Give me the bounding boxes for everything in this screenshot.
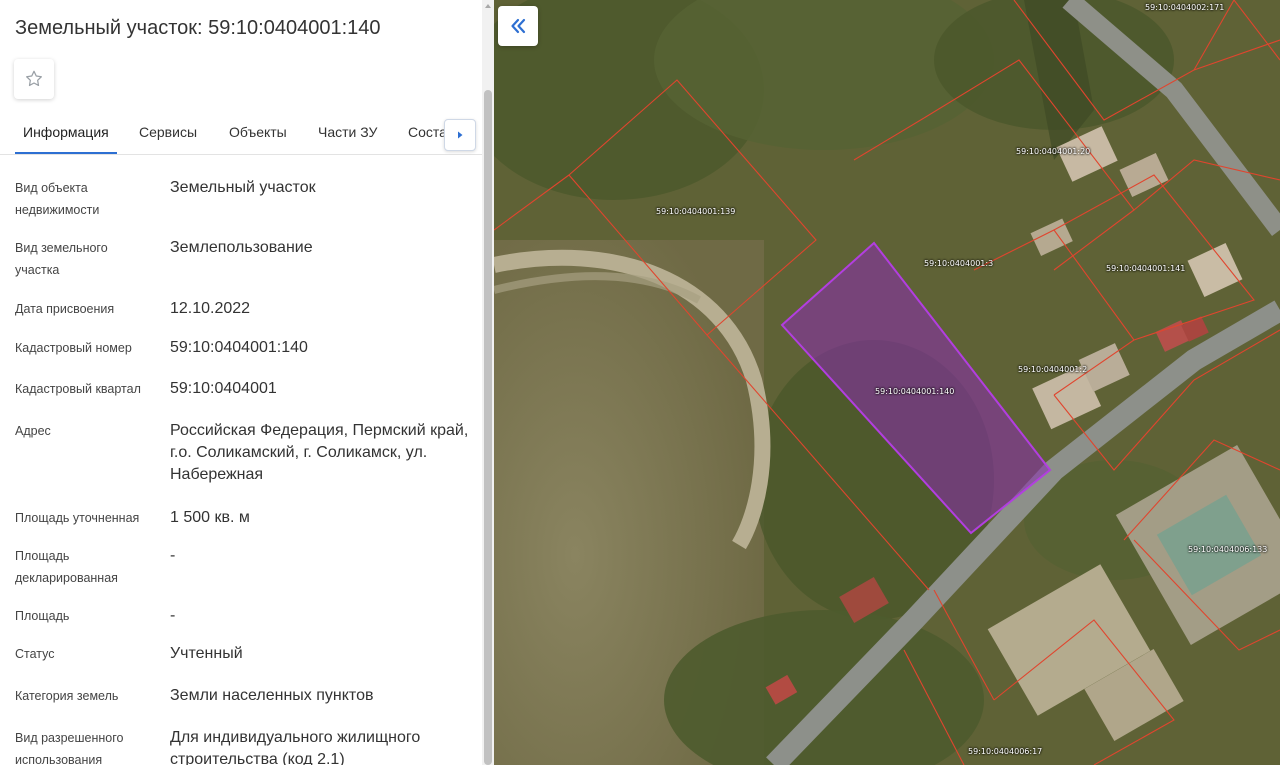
row-label: Кадастровый номер — [15, 341, 132, 355]
row-value: 1 500 кв. м — [170, 509, 250, 526]
tab-services[interactable]: Сервисы — [131, 116, 205, 152]
row-value: Земельный участок — [170, 179, 316, 196]
row-label: Дата присвоения — [15, 302, 115, 316]
parcel-label[interactable]: 59:10:0404001:3 — [924, 259, 993, 268]
parcel-label[interactable]: 59:10:0404006:17 — [968, 747, 1042, 756]
tab-information[interactable]: Информация — [15, 116, 117, 154]
caret-right-icon — [458, 131, 463, 139]
info-panel: Земельный участок: 59:10:0404001:140 Инф… — [0, 0, 494, 765]
parcel-label[interactable]: 59:10:0404001:140 — [875, 387, 954, 396]
parcel-label[interactable]: 59:10:0404006:133 — [1188, 545, 1267, 554]
row-label: Кадастровый квартал — [15, 382, 141, 396]
parcel-label[interactable]: 59:10:0404002:171 — [1145, 3, 1224, 12]
panel-scrollbar[interactable] — [482, 0, 494, 765]
collapse-panel-button[interactable] — [498, 6, 538, 46]
row-label: Вид разрешенного использования — [15, 731, 124, 765]
star-outline-icon — [26, 70, 42, 87]
double-chevron-left-icon — [511, 18, 526, 34]
row-value: 12.10.2022 — [170, 300, 251, 317]
row-value: Российская Федерация, Пермский край, г.о… — [170, 422, 469, 483]
row-value: Земли населенных пунктов — [170, 687, 374, 704]
tab-objects[interactable]: Объекты — [221, 116, 295, 152]
row-label: Вид объекта недвижимости — [15, 181, 100, 217]
tab-bar: Информация Сервисы Объекты Части ЗУ Сост… — [0, 116, 482, 155]
page-title: Земельный участок: 59:10:0404001:140 — [15, 17, 381, 39]
parcel-label[interactable]: 59:10:0404001:20 — [1016, 147, 1090, 156]
map-canvas[interactable] — [494, 0, 1280, 765]
row-value: Учтенный — [170, 645, 243, 662]
row-value: - — [170, 547, 176, 564]
parcel-label[interactable]: 59:10:0404001:139 — [656, 207, 735, 216]
row-label: Вид земельного участка — [15, 241, 108, 277]
scrollbar-thumb[interactable] — [484, 90, 492, 765]
row-value: Землепользование — [170, 239, 313, 256]
row-value: 59:10:0404001 — [170, 380, 277, 397]
row-label: Площадь — [15, 609, 70, 623]
row-label: Площадь уточненная — [15, 511, 140, 525]
tab-scroll-right-button[interactable] — [444, 119, 476, 151]
satellite-map[interactable]: 59:10:0404002:171 59:10:0404001:20 59:10… — [494, 0, 1280, 765]
row-label: Площадь декларированная — [15, 549, 118, 585]
parcel-label[interactable]: 59:10:0404001:2 — [1018, 365, 1087, 374]
scroll-up-arrow-icon[interactable] — [485, 4, 491, 8]
row-value: - — [170, 607, 176, 624]
row-label: Статус — [15, 647, 55, 661]
info-panel-content: Земельный участок: 59:10:0404001:140 Инф… — [0, 0, 482, 765]
row-label: Категория земель — [15, 689, 119, 703]
row-value: 59:10:0404001:140 — [170, 339, 308, 356]
favorite-button[interactable] — [14, 59, 54, 99]
parcel-label[interactable]: 59:10:0404001:141 — [1106, 264, 1185, 273]
row-value: Для индивидуального жилищного строительс… — [170, 729, 421, 765]
tab-parts[interactable]: Части ЗУ — [310, 116, 385, 152]
row-label: Адрес — [15, 424, 51, 438]
